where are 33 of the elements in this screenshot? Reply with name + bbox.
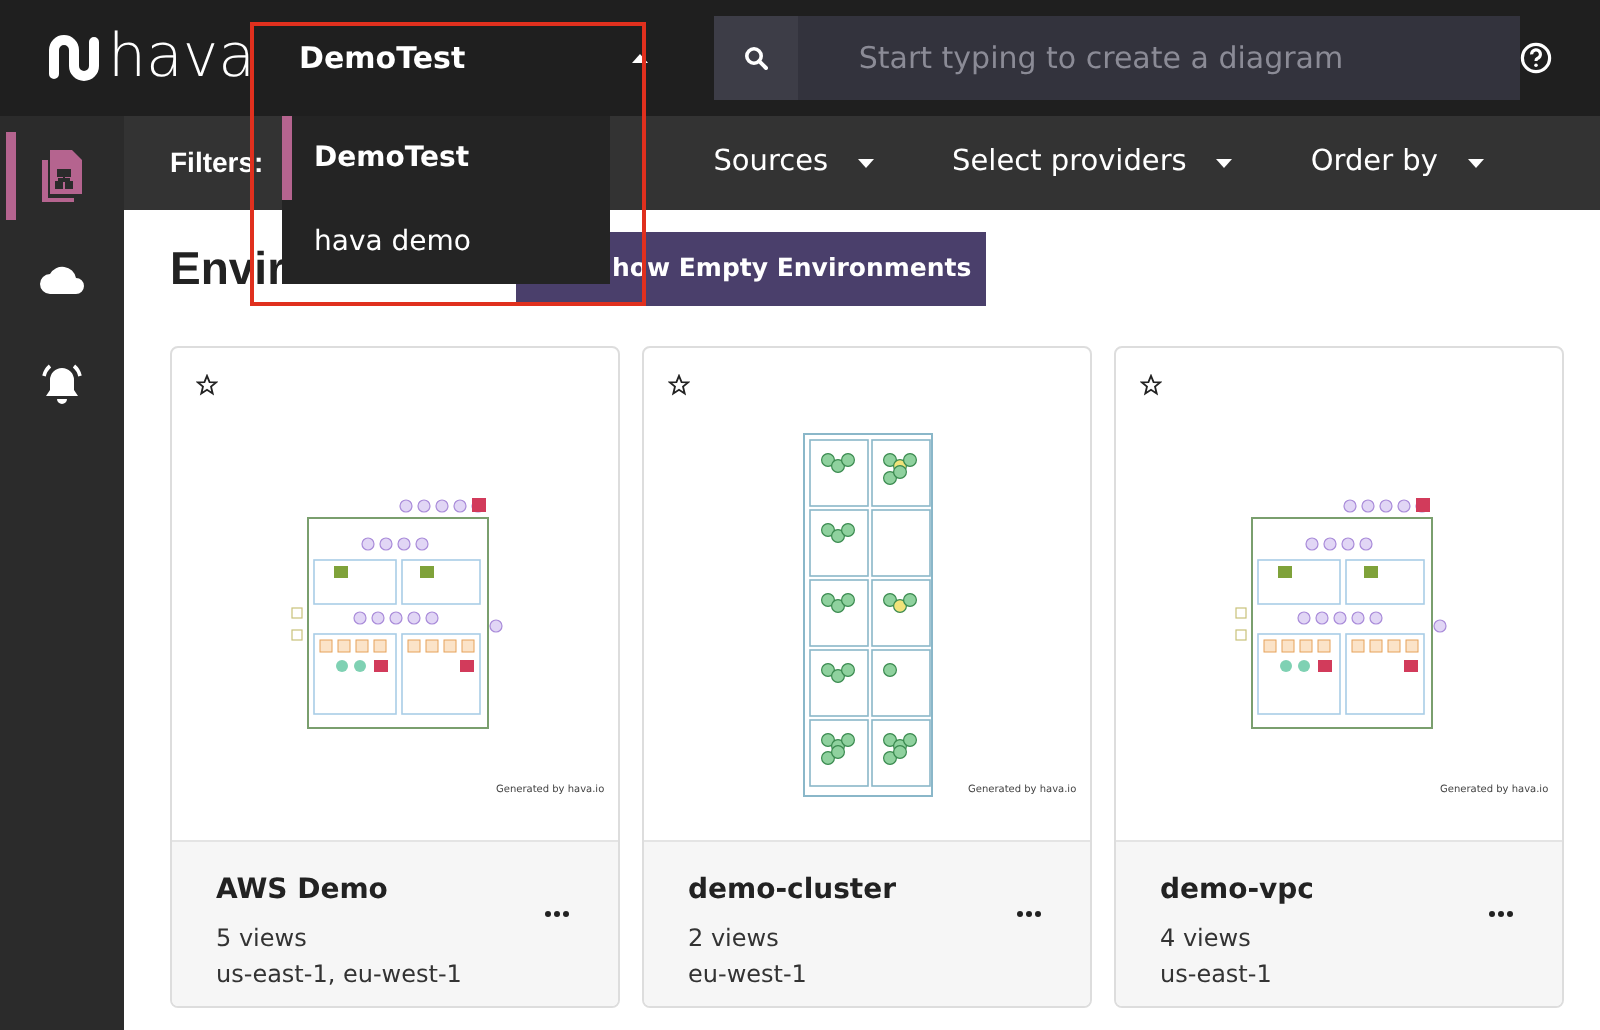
caret-icon: [1465, 157, 1486, 169]
environment-name: demo-vpc: [1160, 872, 1316, 910]
menu-item[interactable]: DemoTest: [282, 116, 610, 200]
caret-icon: [630, 52, 651, 64]
diagram-icon: [38, 148, 86, 204]
more-icon: [1016, 910, 1042, 919]
regions-text: eu-west-1: [688, 958, 809, 992]
filter-dropdown[interactable]: Select providers: [952, 141, 1235, 185]
more-icon: [544, 910, 570, 919]
regions-text: us-east-1: [1160, 958, 1274, 992]
views-count: 2 views: [688, 922, 781, 956]
logo-text: hava: [108, 28, 256, 88]
filter-dropdown[interactable]: Order by: [1310, 141, 1486, 185]
logo-icon: [48, 34, 100, 82]
help-icon[interactable]: [1520, 42, 1552, 74]
alarm-bell-icon: [38, 362, 86, 406]
cloud-icon: [38, 264, 86, 296]
search-icon: [744, 46, 769, 70]
star-icon[interactable]: [668, 374, 690, 396]
workspace-dropdown[interactable]: DemoTest: [299, 35, 679, 81]
environment-name: demo-cluster: [688, 872, 899, 910]
star-icon[interactable]: [196, 374, 218, 396]
search-input[interactable]: Start typing to create a diagram: [798, 33, 1520, 83]
search-field[interactable]: Start typing to create a diagram: [714, 16, 1520, 100]
environment-name: AWS Demo: [216, 872, 390, 910]
caret-icon: [1214, 157, 1235, 169]
filter-dropdown[interactable]: Sources: [713, 141, 877, 185]
caret-icon: [856, 157, 877, 169]
regions-text: us-east-1, eu-west-1: [216, 958, 464, 992]
star-icon[interactable]: [1140, 374, 1162, 396]
more-icon: [1488, 910, 1514, 919]
views-count: 4 views: [1160, 922, 1253, 956]
views-count: 5 views: [216, 922, 309, 956]
